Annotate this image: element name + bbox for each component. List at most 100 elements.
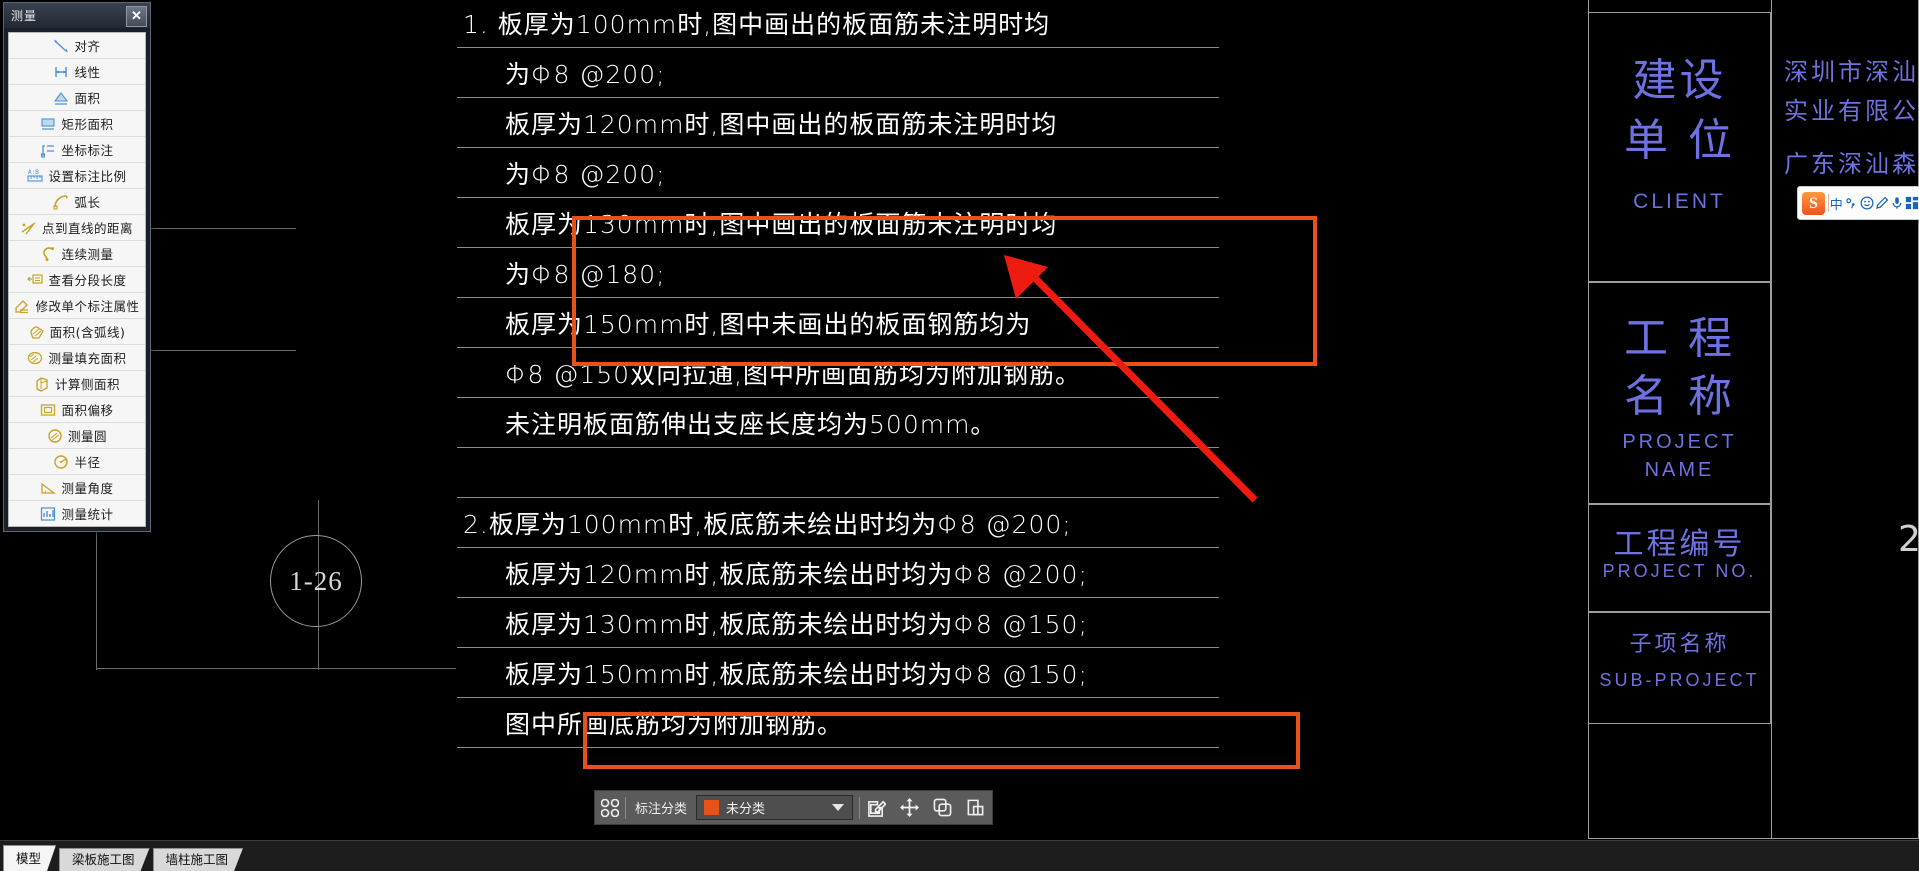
layout-tab-1[interactable]: 梁板施工图 <box>59 848 150 871</box>
measure-item-14[interactable]: 面积偏移 <box>9 397 145 423</box>
measure-item-label: 半径 <box>74 455 101 470</box>
measure-item-8[interactable]: 连续测量 <box>9 241 145 267</box>
measure-item-label: 点到直线的距离 <box>41 221 133 236</box>
measure-item-label: 查看分段长度 <box>48 273 127 288</box>
project-name-label-en-2: NAME <box>1644 459 1715 481</box>
measure-item-4[interactable]: 坐标标注 <box>9 137 145 163</box>
edit-dimension-icon <box>14 298 30 314</box>
note-text: 图中所画底筋均为附加钢筋。 <box>505 709 844 739</box>
sub-project-label-cn: 子项名称 <box>1629 632 1730 657</box>
annotation-category-select[interactable]: 未分类 <box>696 795 854 820</box>
apps-grid-icon[interactable] <box>1905 187 1919 219</box>
note-row <box>457 448 1219 498</box>
rectangle-area-icon <box>40 116 56 132</box>
radius-icon <box>53 454 69 470</box>
measure-item-5[interactable]: A:B 设置标注比例 <box>9 163 145 189</box>
measure-statistics-icon <box>40 506 56 522</box>
layout-tab-0[interactable]: 模型 <box>3 845 56 871</box>
measure-item-label: 面积偏移 <box>61 403 114 418</box>
measure-item-label: 连续测量 <box>61 247 114 262</box>
measure-item-6[interactable]: 弧长 <box>9 189 145 215</box>
project-no-label-en: PROJECT NO. <box>1602 561 1757 581</box>
title-block-right-number: 2 <box>1898 519 1919 560</box>
client-label-cn-line2: 单 位 <box>1624 115 1735 166</box>
measure-item-7[interactable]: 点到直线的距离 <box>9 215 145 241</box>
measure-item-18[interactable]: 测量统计 <box>9 501 145 526</box>
arc-length-icon <box>53 194 69 210</box>
project-no-label-cn: 工程编号 <box>1613 527 1746 562</box>
layout-tab-2[interactable]: 墙柱施工图 <box>153 848 244 871</box>
note-row: 为Φ8 @180; <box>457 248 1219 298</box>
emoji-icon[interactable] <box>1859 187 1874 219</box>
layout-tab-bar[interactable]: 模型 梁板施工图 墙柱施工图 <box>0 840 1919 871</box>
measure-item-0[interactable]: 对齐 <box>9 33 145 59</box>
note-row: 板厚为130mm时,板底筋未绘出时均为Φ8 @150; <box>457 598 1219 648</box>
linear-dimension-icon <box>53 64 69 80</box>
note-text: 板厚为120mm时,图中画出的板面筋未注明时均 <box>505 109 1058 139</box>
measure-item-17[interactable]: 测量角度 <box>9 475 145 501</box>
palette-title-bar[interactable]: 测量 ✕ <box>4 3 150 28</box>
measure-item-3[interactable]: 矩形面积 <box>9 111 145 137</box>
measure-item-15[interactable]: 测量圆 <box>9 423 145 449</box>
measure-item-1[interactable]: 线性 <box>9 59 145 85</box>
note-row: 板厚为150mm时,板底筋未绘出时均为Φ8 @150; <box>457 648 1219 698</box>
cad-canvas[interactable]: 1-26 1. 板厚为100mm时,图中画出的板面筋未注明时均 为Φ8 @200;… <box>0 0 1919 871</box>
note-row: 板厚为150mm时,图中未画出的板面钢筋均为 <box>457 298 1219 348</box>
measure-item-12[interactable]: 测量填充面积 <box>9 345 145 371</box>
client-value-line3: 广东深汕森林 <box>1784 150 1919 178</box>
point-to-line-icon <box>21 220 37 236</box>
sogou-ime-toolbar[interactable]: S 中 <box>1797 186 1919 220</box>
grid-bubble-label: 1-26 <box>289 565 343 596</box>
measure-item-10[interactable]: 修改单个标注属性 <box>9 293 145 319</box>
measure-item-label: 矩形面积 <box>61 117 114 132</box>
measure-item-11[interactable]: 面积(含弧线) <box>9 319 145 345</box>
note-text: 未注明板面筋伸出支座长度均为500mm。 <box>505 409 997 439</box>
measure-item-label: 测量统计 <box>61 507 114 522</box>
note-text: 2.板厚为100mm时,板底筋未绘出时均为Φ8 @200; <box>463 509 1072 539</box>
paste-annotation-button[interactable] <box>959 791 992 824</box>
area-with-arc-icon <box>29 324 45 340</box>
chevron-down-icon[interactable] <box>832 804 845 811</box>
client-label-en: CLIENT <box>1633 190 1726 213</box>
grid-handle-icon[interactable] <box>595 791 625 824</box>
measure-item-label: 测量圆 <box>67 429 107 444</box>
measure-item-9[interactable]: 查看分段长度 <box>9 267 145 293</box>
measure-item-label: 设置标注比例 <box>48 169 127 184</box>
category-color-swatch <box>704 800 720 815</box>
measure-item-2[interactable]: 面积 <box>9 85 145 111</box>
move-annotation-button[interactable] <box>893 791 926 824</box>
dimension-scale-icon: A:B <box>27 168 44 184</box>
title-block: 建设 单 位 CLIENT 深圳市深汕特 实业有限公司 广东深汕森林 工 程 名… <box>1588 0 1919 839</box>
title-block-col-divider <box>1771 0 1772 839</box>
measure-item-13[interactable]: 计算侧面积 <box>9 371 145 397</box>
ime-mode-label[interactable]: 中 <box>1829 194 1844 213</box>
note-text: 板厚为120mm时,板底筋未绘出时均为Φ8 @200; <box>505 559 1088 589</box>
sub-project-label-en: SUB-PROJECT <box>1599 670 1760 690</box>
client-label-cn-line1: 建设 <box>1632 55 1727 106</box>
close-icon[interactable]: ✕ <box>126 6 147 27</box>
copy-annotation-button[interactable] <box>926 791 959 824</box>
coordinate-dimension-icon <box>40 142 56 158</box>
measure-item-label: 对齐 <box>74 39 101 54</box>
note-row: Φ8 @150双向拉通,图中所画面筋均为附加钢筋。 <box>457 348 1219 398</box>
measure-item-label: 坐标标注 <box>61 143 114 158</box>
note-text: 板厚为130mm时,图中画出的板面筋未注明时均 <box>505 209 1058 239</box>
measure-circle-icon <box>47 428 63 444</box>
note-text: Φ8 @150双向拉通,图中所画面筋均为附加钢筋。 <box>505 359 1082 389</box>
client-value-line2: 实业有限公司 <box>1784 97 1919 125</box>
note-row: 未注明板面筋伸出支座长度均为500mm。 <box>457 398 1219 448</box>
measure-palette[interactable]: 测量 ✕ 对齐线性面积矩形面积坐标标注 A:B 设置标注比例弧长点到直线的距离 连续测… <box>3 2 151 532</box>
annotation-toolbar[interactable]: 标注分类 未分类 <box>594 790 994 825</box>
measure-item-16[interactable]: 半径 <box>9 449 145 475</box>
note-row: 为Φ8 @200; <box>457 148 1219 198</box>
note-row: 为Φ8 @200; <box>457 48 1219 98</box>
edit-annotation-button[interactable] <box>860 791 893 824</box>
note-row: 1. 板厚为100mm时,图中画出的板面筋未注明时均 <box>457 0 1219 48</box>
sogou-logo-icon[interactable]: S <box>1802 191 1825 215</box>
annotation-category-label: 标注分类 <box>635 802 688 817</box>
microphone-icon[interactable] <box>1890 187 1905 219</box>
pen-icon[interactable] <box>1874 187 1889 219</box>
punctuation-icon[interactable] <box>1844 187 1859 219</box>
measure-item-label: 面积 <box>74 91 101 106</box>
measure-item-label: 面积(含弧线) <box>49 325 126 340</box>
